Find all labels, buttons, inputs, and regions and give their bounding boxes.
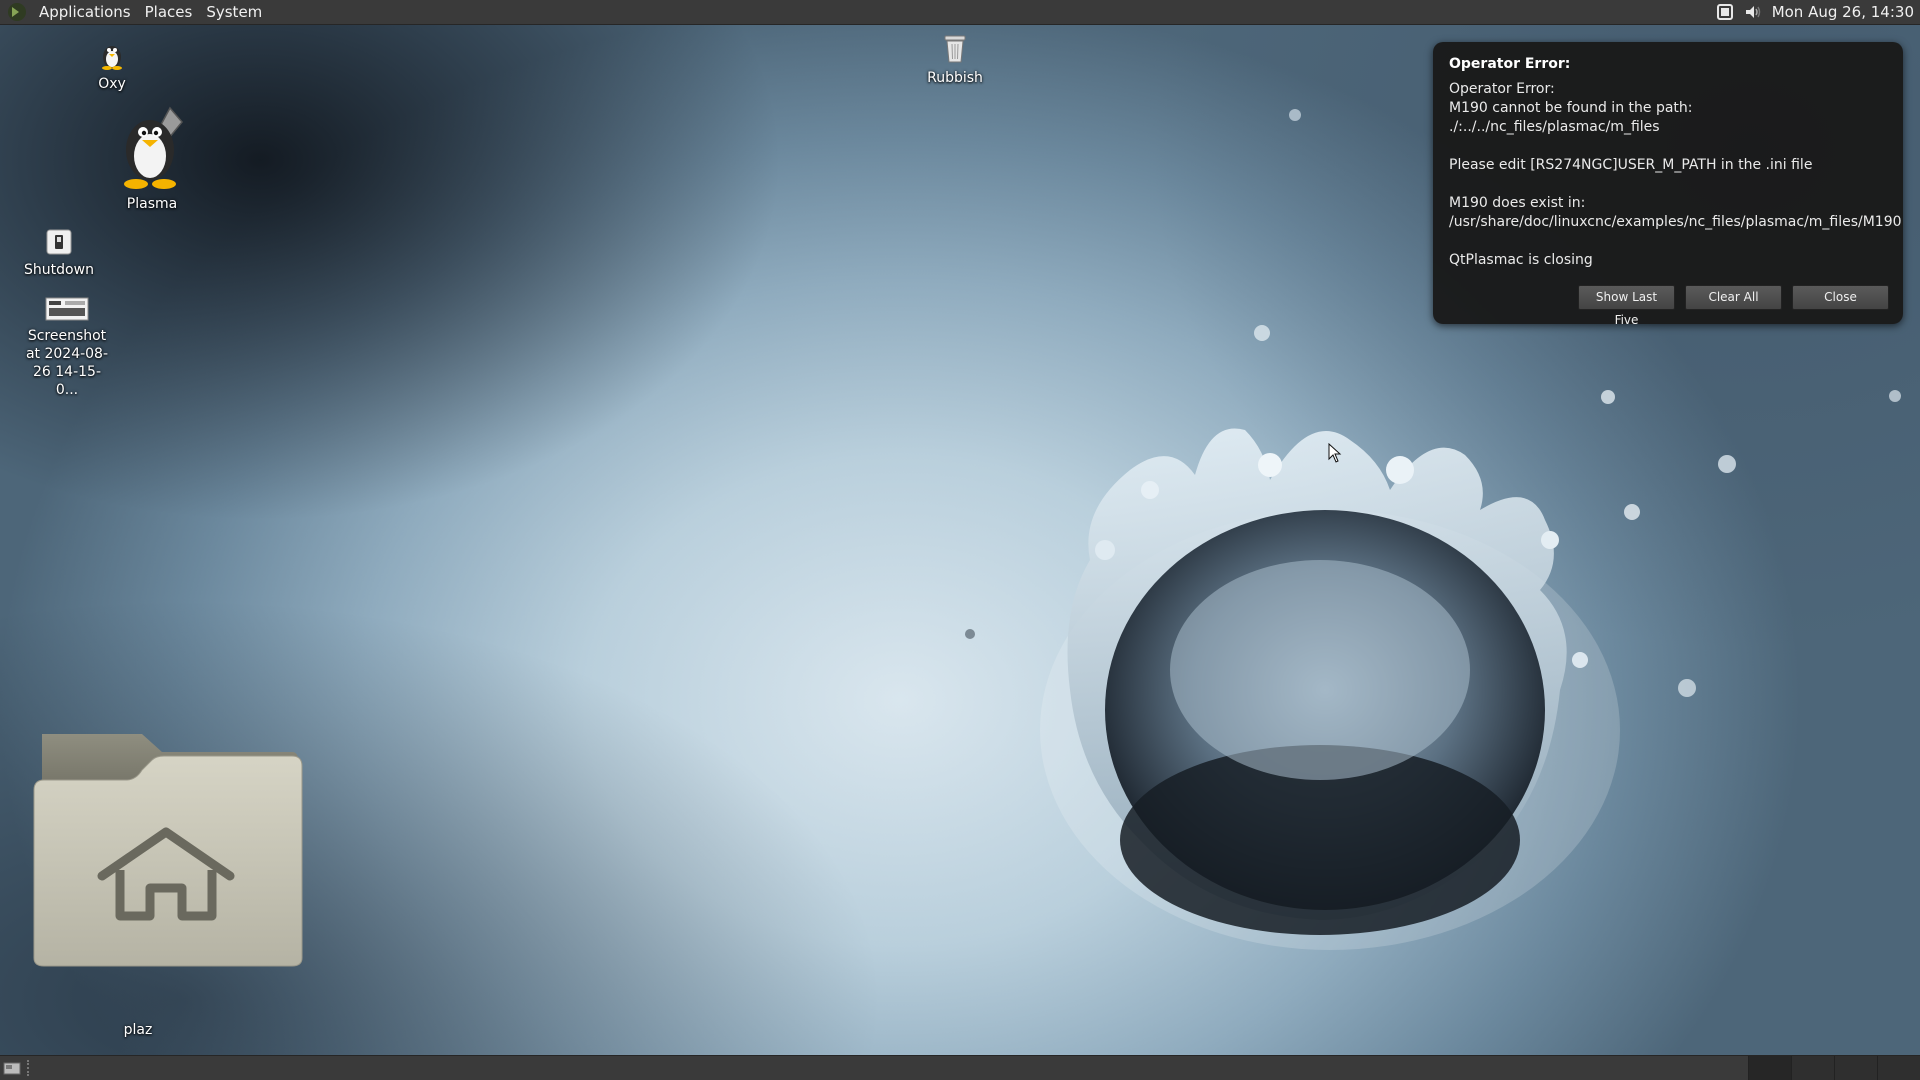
notification-line: ./:../../nc_files/plasmac/m_files <box>1449 119 1660 135</box>
mate-logo-icon[interactable] <box>6 1 28 23</box>
clear-all-button[interactable]: Clear All <box>1685 285 1782 310</box>
workspace-switcher <box>1748 1055 1920 1080</box>
desktop-icon-plasma[interactable]: Plasma <box>112 104 192 213</box>
desktop-icon-oxy[interactable]: Oxy <box>82 40 142 93</box>
panel-handle[interactable] <box>27 1060 33 1076</box>
menu-places[interactable]: Places <box>138 0 200 25</box>
desktop-icon-rubbish[interactable]: Rubbish <box>920 32 990 87</box>
desktop-icon-label: Rubbish <box>927 70 983 86</box>
close-button[interactable]: Close <box>1792 285 1889 310</box>
show-last-five-button[interactable]: Show Last Five <box>1578 285 1675 327</box>
display-icon[interactable] <box>1716 3 1734 21</box>
notification-line: Operator Error: <box>1449 81 1555 97</box>
workspace-2[interactable] <box>1791 1055 1834 1080</box>
mouse-cursor-icon <box>1328 443 1342 463</box>
notification-title: Operator Error: <box>1449 56 1571 72</box>
menu-system[interactable]: System <box>199 0 269 25</box>
top-panel: Applications Places System Mon Aug 26, 1… <box>0 0 1920 25</box>
notification-spacer <box>1449 137 1887 156</box>
bottom-panel <box>0 1055 1920 1080</box>
volume-icon[interactable] <box>1744 3 1762 21</box>
home-folder-icon <box>33 734 303 967</box>
desktop-icon-label: Screenshot <box>27 328 107 344</box>
notification-line: /usr/share/doc/linuxcnc/examples/nc_file… <box>1449 214 1902 230</box>
notification-spacer <box>1449 232 1887 251</box>
notification-line: Please edit [RS274NGC]USER_M_PATH in the… <box>1449 157 1813 173</box>
workspace-3[interactable] <box>1834 1055 1877 1080</box>
show-desktop-icon[interactable] <box>3 1060 21 1076</box>
trash-icon <box>944 35 966 63</box>
desktop-icon-label: Oxy <box>98 76 126 92</box>
notification-spacer <box>1449 175 1887 194</box>
notification-buttons: Show Last Five Clear All Close <box>1578 285 1889 327</box>
desktop-icon-label: Shutdown <box>24 262 94 278</box>
notification-line: M190 cannot be found in the path: <box>1449 100 1693 116</box>
desktop-icon-screenshot[interactable]: Screenshot at 2024-08- 26 14-15-0... <box>22 296 112 399</box>
system-tray: Mon Aug 26, 14:30 <box>1716 3 1920 21</box>
desktop-icon-home[interactable]: plaz <box>30 730 306 1039</box>
desktop-icon-label: Plasma <box>126 196 178 212</box>
desktop-icon-label: plaz <box>123 1022 153 1038</box>
screenshot-file-icon <box>45 297 89 321</box>
clock[interactable]: Mon Aug 26, 14:30 <box>1772 3 1914 21</box>
menu-applications[interactable]: Applications <box>32 0 138 25</box>
shutdown-icon <box>46 229 72 255</box>
workspace-1[interactable] <box>1748 1055 1791 1080</box>
desktop-icon-shutdown[interactable]: Shutdown <box>23 228 95 279</box>
desktop-icon-label: 26 14-15-0... <box>33 364 101 398</box>
notification-line: M190 does exist in: <box>1449 195 1586 211</box>
desktop-icon-label: at 2024-08- <box>25 346 109 362</box>
notification-line: QtPlasmac is closing <box>1449 252 1593 268</box>
plasma-penguin-icon <box>124 106 183 189</box>
operator-error-notification: Operator Error: Operator Error: M190 can… <box>1433 42 1903 327</box>
workspace-4[interactable] <box>1877 1055 1920 1080</box>
oxy-icon <box>102 46 122 70</box>
